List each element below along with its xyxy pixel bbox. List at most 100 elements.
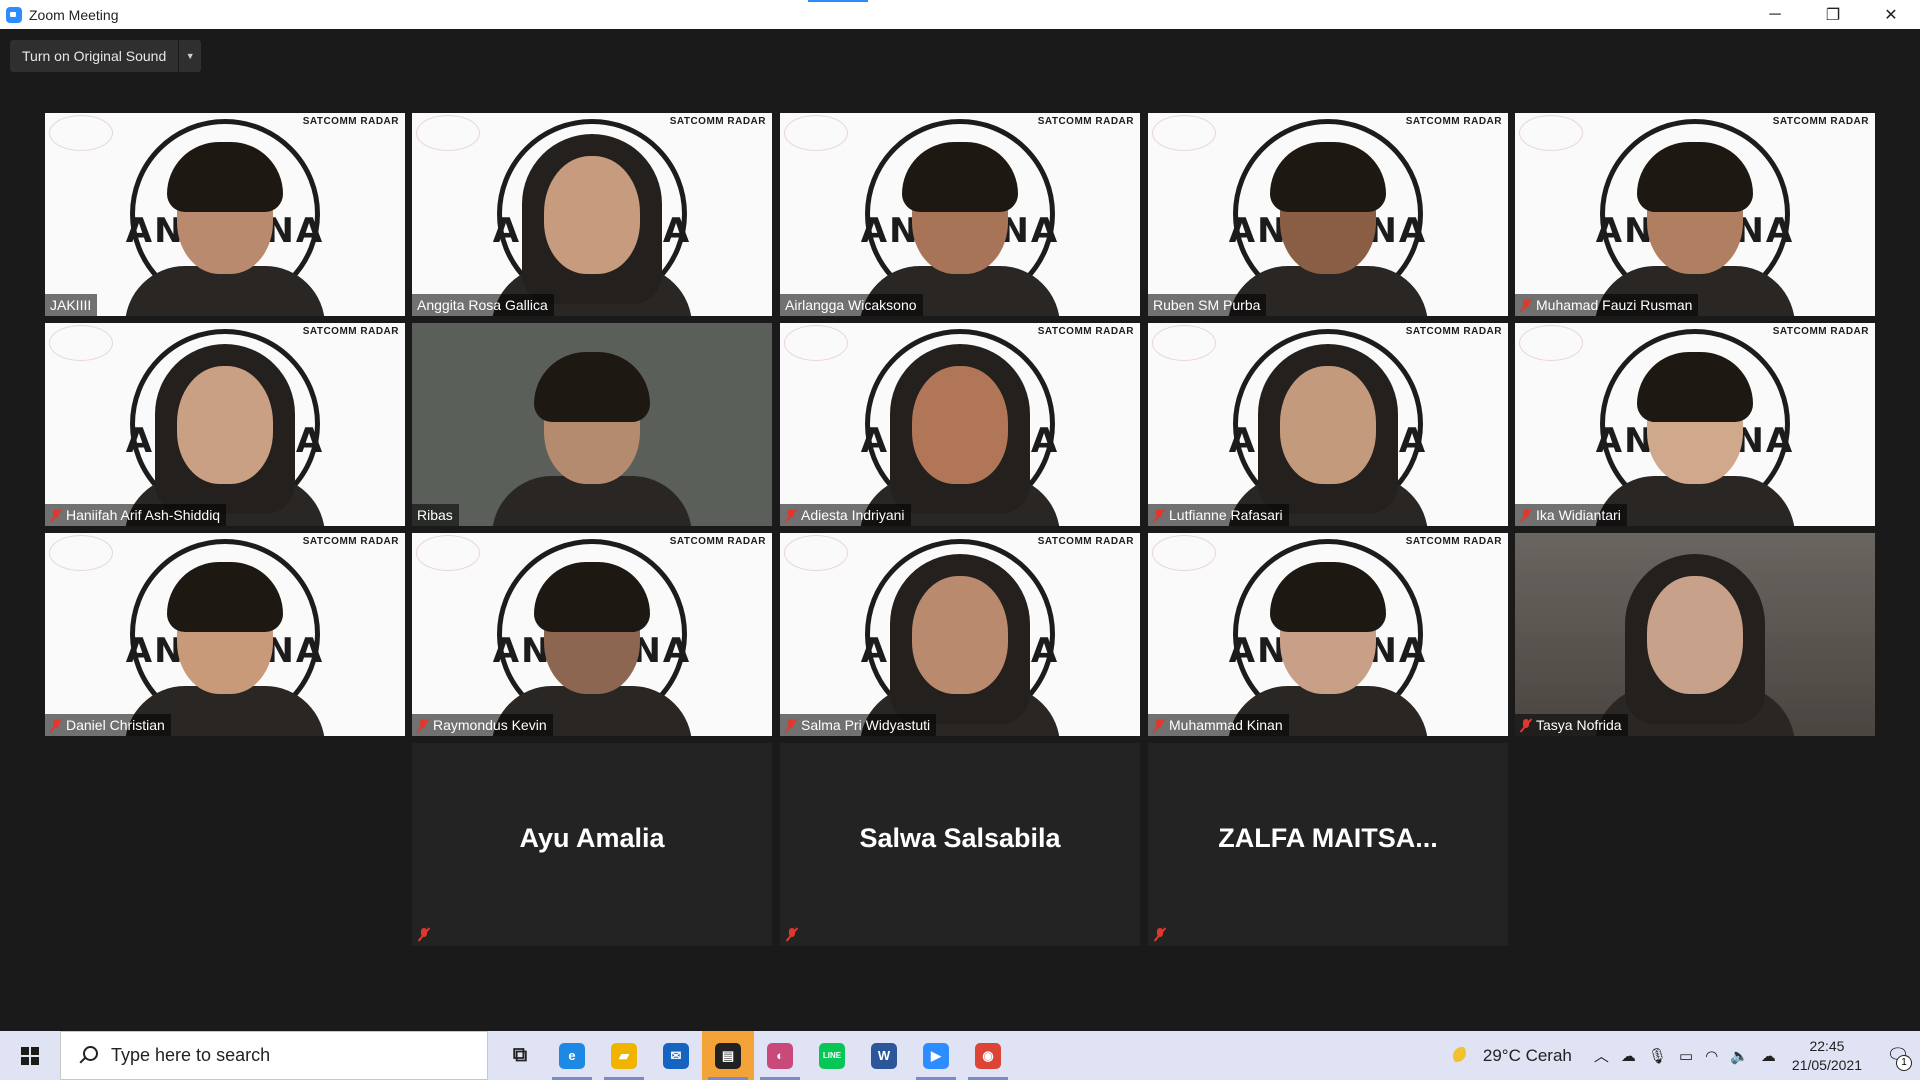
participant-face xyxy=(1270,562,1386,694)
muted-mic-icon xyxy=(1154,927,1166,942)
participant-figure xyxy=(1228,562,1428,736)
participant-name: Raymondus Kevin xyxy=(433,717,547,733)
participant-name: Ruben SM Purba xyxy=(1153,297,1261,313)
start-button[interactable] xyxy=(0,1031,60,1080)
taskbar-app-button[interactable]: W xyxy=(858,1031,910,1080)
restore-button[interactable]: ❐ xyxy=(1804,0,1862,29)
taskbar-app-button[interactable]: ⧉ xyxy=(494,1031,546,1080)
title-drag-handle[interactable] xyxy=(808,0,868,2)
taskbar-app-button[interactable]: ◐ xyxy=(754,1031,806,1080)
video-feed: SATCOMM RADARANTENNA xyxy=(1515,113,1875,316)
lab-logo-text: SATCOMM RADAR xyxy=(1405,326,1502,337)
chevron-up-icon[interactable]: ︿ xyxy=(1594,1045,1609,1066)
taskbar-app-button[interactable]: ✉ xyxy=(650,1031,702,1080)
notification-center-button[interactable]: 🗨 1 xyxy=(1876,1031,1920,1080)
participant-video-tile[interactable]: SATCOMM RADARANTENNAMuhamad Fauzi Rusman xyxy=(1515,113,1875,316)
participant-face xyxy=(1637,352,1753,484)
lab-logo-text: SATCOMM RADAR xyxy=(1037,116,1134,127)
lab-logo-text: SATCOMM RADAR xyxy=(1772,116,1869,127)
taskbar-clock[interactable]: 22:45 21/05/2021 xyxy=(1792,1037,1862,1075)
weather-widget[interactable]: 29°C Cerah xyxy=(1452,1045,1572,1066)
lab-logo-text: SATCOMM RADAR xyxy=(1405,536,1502,547)
participant-video-tile[interactable]: SATCOMM RADARANTENNAAirlangga Wicaksono xyxy=(780,113,1140,316)
windows-taskbar: Type here to search ⧉ e ▰ ✉ ▤ ◐ LINE W ▶ ◉ 29°C C… xyxy=(0,1031,1920,1080)
participant-name-label: Lutfianne Rafasari xyxy=(1148,504,1289,526)
participant-name: Daniel Christian xyxy=(66,717,165,733)
participant-figure xyxy=(1228,142,1428,316)
video-feed xyxy=(1515,533,1875,736)
taskbar-app-button[interactable]: LINE xyxy=(806,1031,858,1080)
participant-video-tile[interactable]: SATCOMM RADARANTENNARuben SM Purba xyxy=(1148,113,1508,316)
participant-video-tile[interactable]: SATCOMM RADARANTENNALutfianne Rafasari xyxy=(1148,323,1508,526)
participant-face xyxy=(167,562,283,694)
muted-mic-icon xyxy=(1520,508,1532,523)
weather-temperature: 29°C xyxy=(1482,1045,1521,1065)
wifi-icon[interactable]: ◠ xyxy=(1705,1047,1718,1065)
original-sound-button[interactable]: Turn on Original Sound xyxy=(10,40,180,72)
participant-video-tile[interactable]: SATCOMM RADARANTENNAAdiesta Indriyani xyxy=(780,323,1140,526)
participant-no-video-tile[interactable]: ZALFA MAITSA... xyxy=(1148,743,1508,946)
corner-logo-icon xyxy=(49,535,113,571)
cloud-sync-icon[interactable]: ☁ xyxy=(1761,1047,1776,1065)
participant-video-tile[interactable]: SATCOMM RADARANTENNAAnggita Rosa Gallica xyxy=(412,113,772,316)
participant-name: Tasya Nofrida xyxy=(1536,717,1622,733)
corner-logo-icon xyxy=(49,325,113,361)
participant-name-label: Ika Widiantari xyxy=(1515,504,1627,526)
participant-name: Anggita Rosa Gallica xyxy=(417,297,548,313)
microphone-icon[interactable]: 🎙 xyxy=(1648,1047,1667,1065)
participant-video-tile[interactable]: Tasya Nofrida xyxy=(1515,533,1875,736)
participant-figure xyxy=(1595,352,1795,526)
mail-icon: ✉ xyxy=(663,1042,689,1069)
participant-name-large: Salwa Salsabila xyxy=(859,823,1061,853)
participant-video-tile[interactable]: SATCOMM RADARANTENNAHaniifah Arif Ash-Sh… xyxy=(45,323,405,526)
minimize-button[interactable]: ─ xyxy=(1746,0,1804,29)
participant-video-tile[interactable]: SATCOMM RADARANTENNASalma Pri Widyastuti xyxy=(780,533,1140,736)
muted-mic-icon xyxy=(785,508,797,523)
participant-figure xyxy=(125,562,325,736)
participant-video-tile[interactable]: SATCOMM RADARANTENNARaymondus Kevin xyxy=(412,533,772,736)
participant-face xyxy=(1637,142,1753,274)
volume-icon[interactable]: 🔈 xyxy=(1730,1047,1749,1065)
corner-logo-icon xyxy=(784,325,848,361)
taskbar-app-button[interactable]: ▰ xyxy=(598,1031,650,1080)
participant-video-tile[interactable]: Ribas xyxy=(412,323,772,526)
participant-name: Lutfianne Rafasari xyxy=(1169,507,1283,523)
corner-logo-icon xyxy=(416,115,480,151)
participant-name: Ika Widiantari xyxy=(1536,507,1621,523)
original-sound-control: Turn on Original Sound ▼ xyxy=(10,40,202,72)
task-view-icon: ⧉ xyxy=(512,1044,528,1066)
muted-mic-icon xyxy=(1520,718,1532,733)
participant-name-label: JAKIIII xyxy=(45,294,98,316)
taskbar-app-button[interactable]: ▤ xyxy=(702,1031,754,1080)
participant-name-label: Ruben SM Purba xyxy=(1148,294,1267,316)
photos-icon: ◐ xyxy=(767,1042,793,1069)
windows-logo-icon xyxy=(21,1046,39,1065)
participant-video-tile[interactable]: SATCOMM RADARANTENNADaniel Christian xyxy=(45,533,405,736)
lab-logo-text: SATCOMM RADAR xyxy=(302,116,399,127)
participant-video-tile[interactable]: SATCOMM RADARANTENNAMuhammad Kinan xyxy=(1148,533,1508,736)
participant-no-video-tile[interactable]: Ayu Amalia xyxy=(412,743,772,946)
battery-icon[interactable]: ▭ xyxy=(1679,1047,1693,1065)
participant-name-label: Tasya Nofrida xyxy=(1515,714,1628,736)
participant-face xyxy=(167,142,283,274)
participant-video-tile[interactable]: SATCOMM RADARANTENNAJAKIIII xyxy=(45,113,405,316)
participant-figure xyxy=(1228,344,1428,526)
window-controls: ─ ❐ ✕ xyxy=(1746,0,1920,29)
participant-no-video-tile[interactable]: Salwa Salsabila xyxy=(780,743,1140,946)
taskbar-app-button[interactable]: ◉ xyxy=(962,1031,1014,1080)
edge-icon: e xyxy=(559,1042,585,1069)
participant-name-label: Salma Pri Widyastuti xyxy=(780,714,937,736)
participant-video-tile[interactable]: SATCOMM RADARANTENNAIka Widiantari xyxy=(1515,323,1875,526)
participant-figure xyxy=(860,554,1060,736)
taskbar-app-button[interactable]: e xyxy=(546,1031,598,1080)
participant-figure xyxy=(1595,142,1795,316)
corner-logo-icon xyxy=(784,535,848,571)
close-button[interactable]: ✕ xyxy=(1862,0,1920,29)
onedrive-icon[interactable]: ☁ xyxy=(1621,1047,1636,1065)
taskbar-app-button[interactable]: ▶ xyxy=(910,1031,962,1080)
taskbar-search-box[interactable]: Type here to search xyxy=(60,1031,488,1080)
original-sound-dropdown-icon[interactable]: ▼ xyxy=(179,40,201,72)
moon-icon xyxy=(1452,1046,1471,1065)
video-feed: SATCOMM RADARANTENNA xyxy=(45,533,405,736)
participant-name: Haniifah Arif Ash-Shiddiq xyxy=(66,507,221,523)
